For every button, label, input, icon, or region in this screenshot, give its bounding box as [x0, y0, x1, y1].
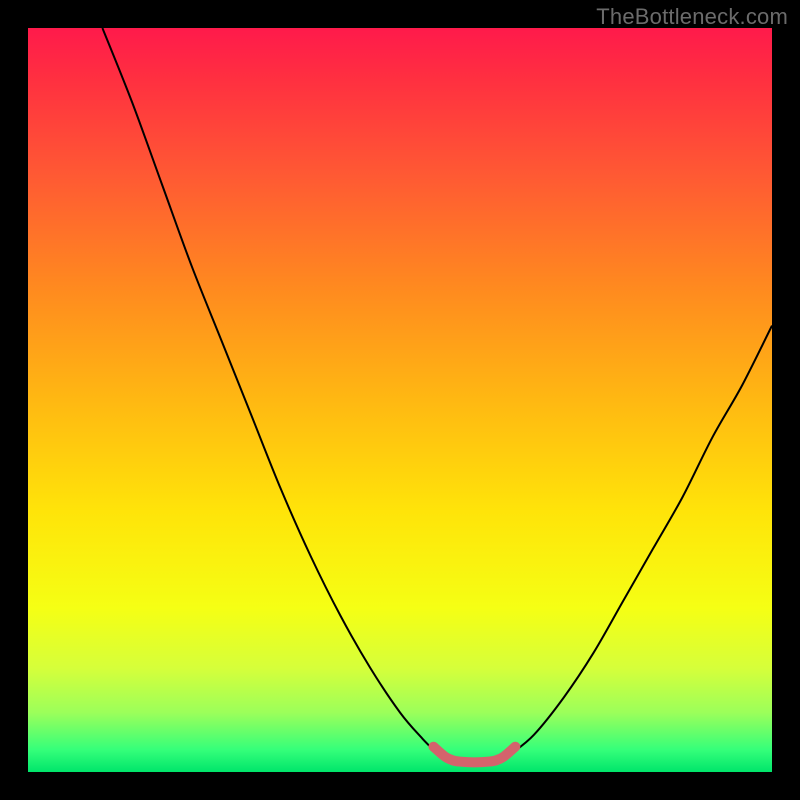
series-bottom-segment — [433, 747, 515, 763]
plot-area — [28, 28, 772, 772]
chart-stage: TheBottleneck.com — [0, 0, 800, 800]
series-left-curve — [102, 28, 437, 753]
watermark-text: TheBottleneck.com — [596, 4, 788, 30]
series-right-curve — [512, 326, 772, 754]
curve-layer — [28, 28, 772, 772]
